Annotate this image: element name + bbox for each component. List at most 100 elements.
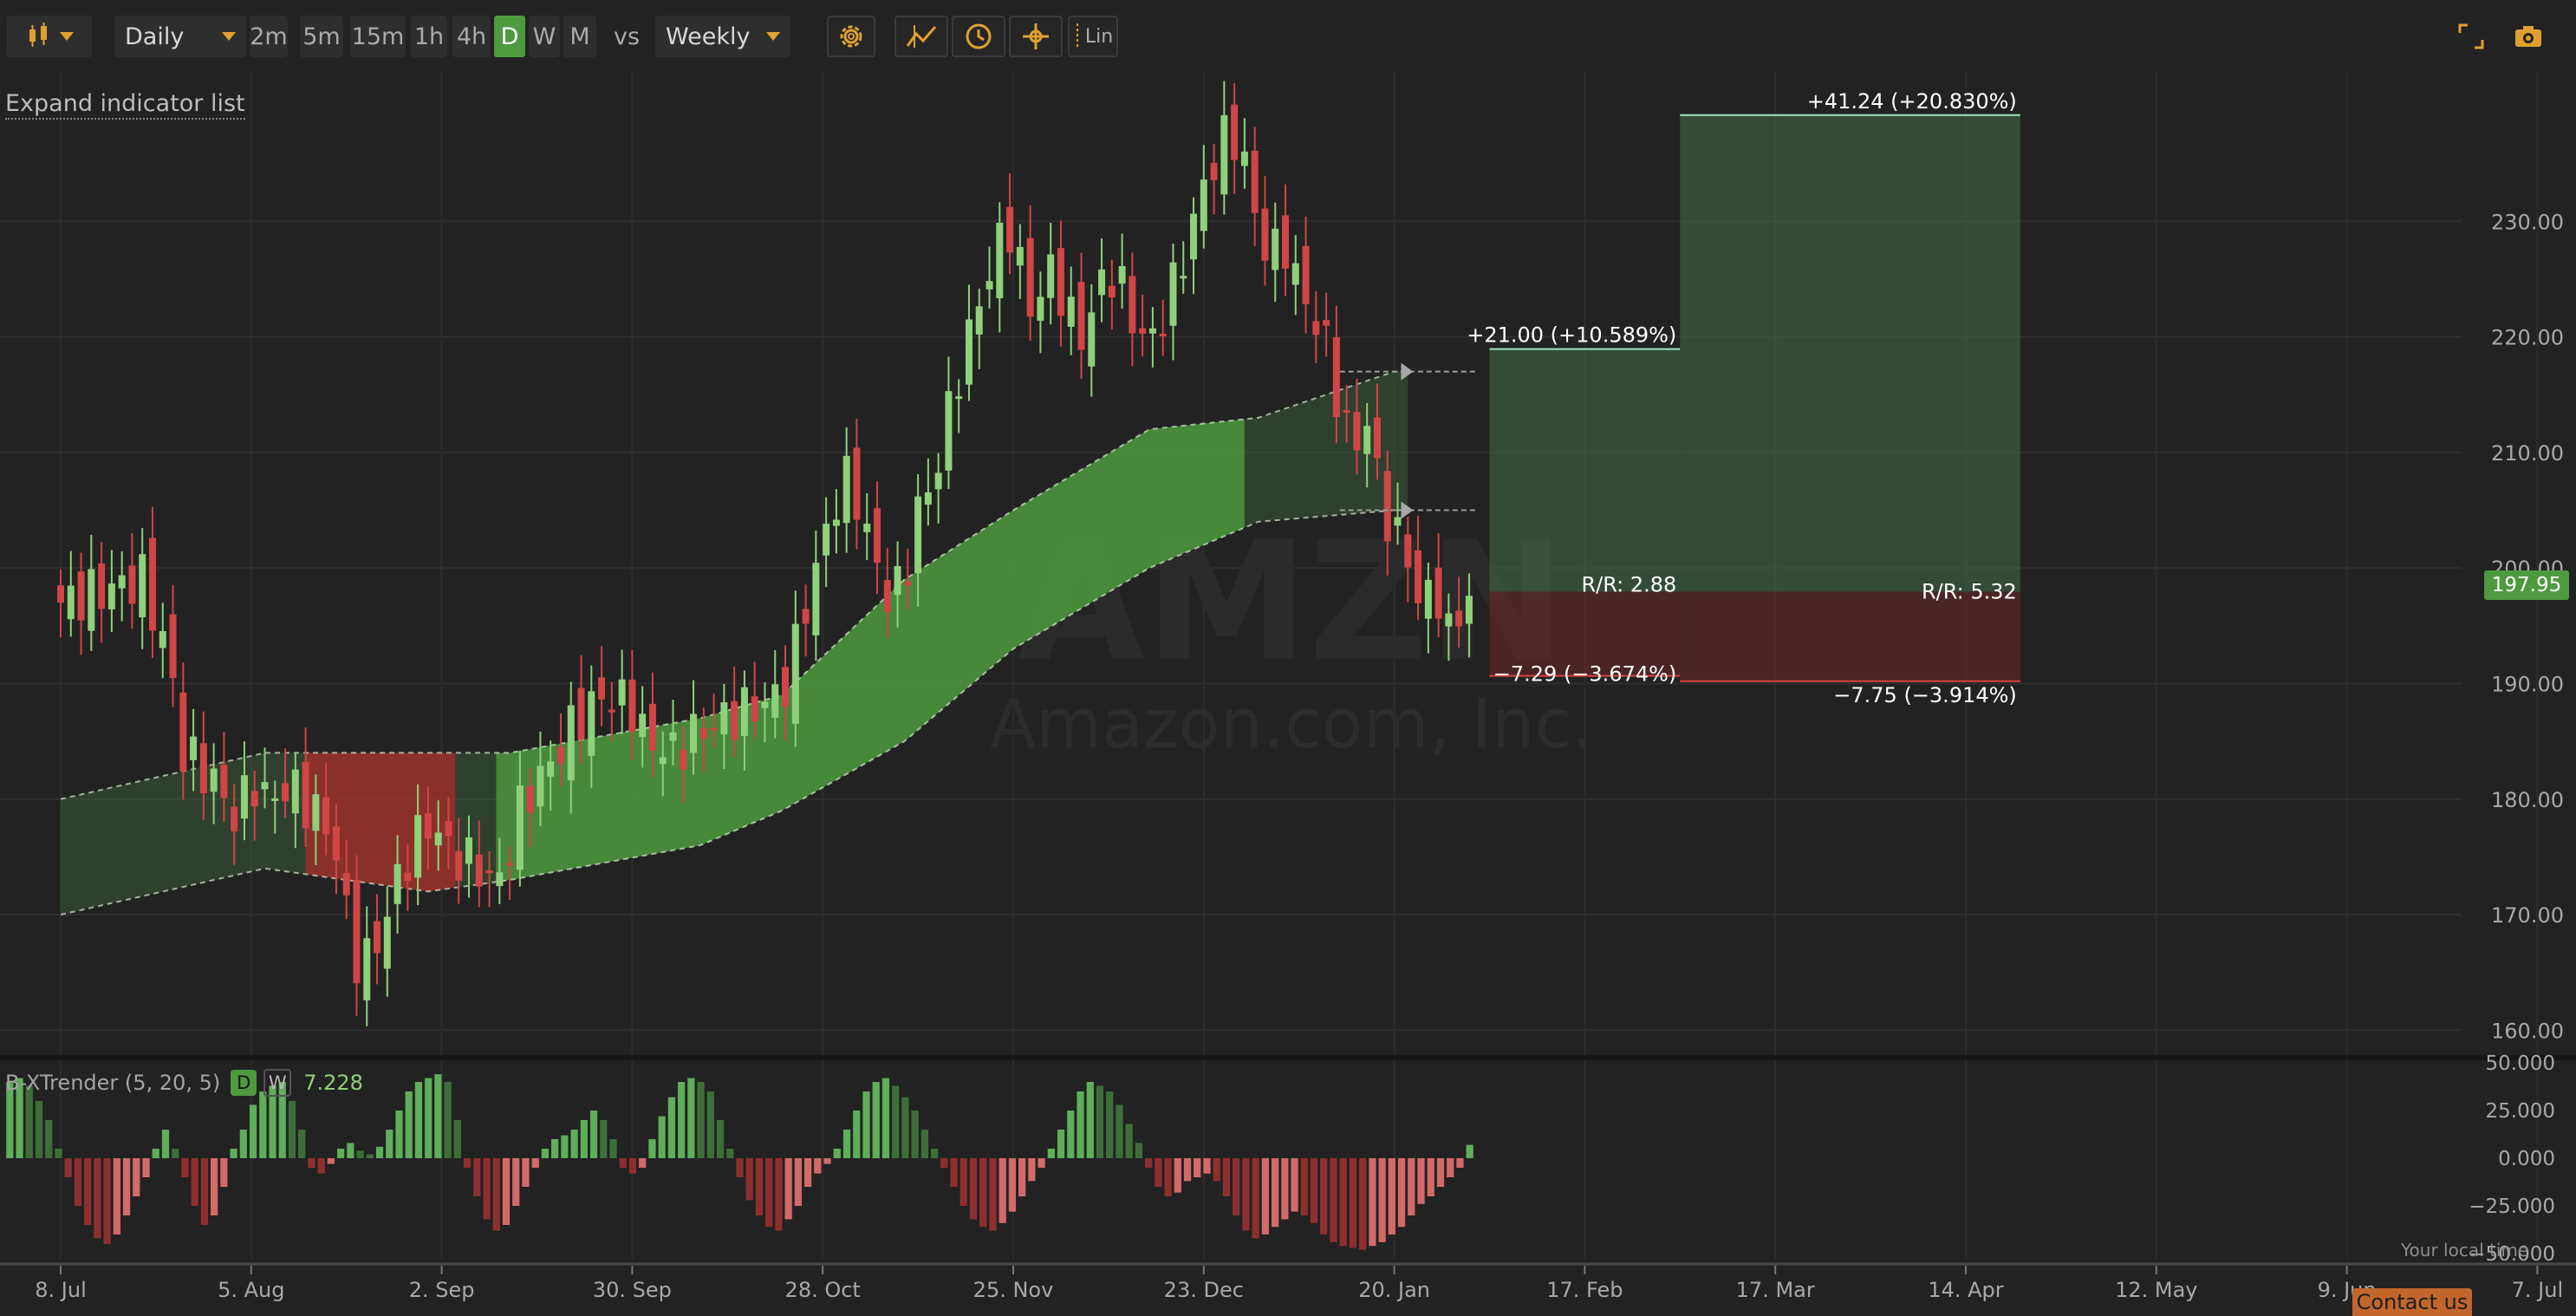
candle-up (190, 736, 198, 760)
candle-down (883, 580, 891, 613)
candle-down (322, 797, 330, 835)
histogram-bar (103, 1158, 111, 1244)
tf-d[interactable]: D (494, 16, 525, 57)
histogram-bar (113, 1158, 120, 1235)
histogram-bar (1349, 1158, 1357, 1248)
histogram-bar (1447, 1158, 1454, 1177)
candle-up (1088, 312, 1096, 367)
tf-m[interactable]: M (563, 16, 596, 57)
drawing-tool-button[interactable] (894, 16, 948, 57)
candle-down (57, 585, 64, 603)
histogram-bar (667, 1097, 676, 1158)
candle-down (1139, 328, 1147, 334)
candle-up (1394, 517, 1402, 526)
histogram-bar (1135, 1143, 1143, 1158)
histogram-bar (784, 1158, 792, 1220)
candle-up (240, 775, 248, 819)
tf-1h[interactable]: 1h (411, 16, 447, 57)
contact-us-button[interactable]: Contact us (2352, 1288, 2472, 1316)
histogram-bar (561, 1135, 569, 1158)
x-tick-label: 30. Sep (593, 1278, 672, 1302)
candle-down (853, 447, 861, 520)
candle-up (383, 916, 391, 969)
candle-up (547, 761, 555, 777)
histogram-bar (133, 1158, 140, 1196)
candle-up (934, 472, 942, 490)
candle-down (353, 880, 361, 984)
histogram-bar (959, 1158, 967, 1206)
tf-15m[interactable]: 15m (350, 16, 406, 57)
histogram-bar (35, 1101, 43, 1158)
candle-down (220, 765, 228, 798)
histogram-bar (336, 1149, 345, 1158)
indicator-badge-w[interactable]: W (263, 1069, 292, 1097)
tf-label: W (532, 23, 556, 50)
candle-up (996, 222, 1004, 298)
candle-down (648, 703, 656, 751)
chart-type-button[interactable] (7, 16, 92, 57)
candle-up (771, 684, 779, 718)
clock-icon (966, 23, 992, 49)
candle-up (291, 769, 299, 814)
histogram-bar (892, 1085, 900, 1158)
histogram-bar (628, 1158, 637, 1174)
clock-button[interactable] (952, 16, 1005, 57)
x-tick-label: 17. Mar (1736, 1278, 1815, 1302)
histogram-bar (531, 1158, 539, 1168)
candle-up (1118, 265, 1126, 284)
interval-select-value: Daily (125, 23, 185, 50)
crosshair-button[interactable] (1009, 16, 1063, 57)
tf-2m[interactable]: 2m (250, 16, 288, 57)
expand-indicator-list-link[interactable]: Expand indicator list (5, 90, 245, 120)
candle-up (975, 306, 983, 335)
histogram-bar (1106, 1091, 1114, 1158)
indicator-badge-d[interactable]: D (231, 1070, 257, 1096)
histogram-bar (872, 1082, 880, 1158)
candle-down (598, 677, 606, 700)
screenshot-button[interactable] (2508, 16, 2548, 57)
candle-down (475, 854, 483, 887)
x-tick-label: 14. Apr (1928, 1278, 2003, 1302)
candle-up (1240, 151, 1248, 166)
histogram-bar (473, 1158, 481, 1196)
histogram-bar (911, 1111, 919, 1158)
histogram-bar (1194, 1158, 1201, 1177)
histogram-bar (1125, 1124, 1133, 1158)
candle-up (159, 630, 166, 648)
compare-select[interactable]: Weekly (655, 16, 790, 57)
tf-w[interactable]: W (529, 16, 560, 57)
candle-down (506, 863, 514, 866)
tf-4h[interactable]: 4h (452, 16, 491, 57)
x-tick-label: 25. Nov (973, 1278, 1054, 1302)
tf-5m[interactable]: 5m (300, 16, 343, 57)
candle-down (1108, 285, 1116, 298)
indicator-name: B-XTrender (5, 20, 5) (5, 1071, 221, 1095)
candle-up (669, 732, 677, 741)
y-tick-label: 220.00 (2491, 326, 2564, 350)
histogram-bar (1320, 1158, 1328, 1235)
scale-toggle[interactable]: Lin (1068, 16, 1118, 57)
histogram-bar (74, 1158, 82, 1206)
settings-button[interactable] (827, 16, 875, 57)
interval-select[interactable]: Daily (114, 16, 246, 57)
x-tick-label: 28. Oct (785, 1278, 861, 1302)
candle-up (588, 691, 595, 756)
histogram-bar (122, 1158, 131, 1215)
histogram-bar (1300, 1158, 1308, 1215)
histogram-bar (142, 1158, 150, 1177)
histogram-bar (512, 1158, 520, 1206)
candle-up (1190, 213, 1198, 260)
chart-canvas[interactable]: AMZN Amazon.com, Inc. +21.00 (+10.589%)−… (0, 0, 2576, 1316)
histogram-bar (745, 1158, 753, 1201)
stop-label: −7.75 (−3.914%) (1833, 683, 2017, 707)
candle-up (863, 524, 871, 532)
histogram-bar (45, 1120, 53, 1158)
histogram-bar (1252, 1158, 1259, 1239)
histogram-bar (950, 1158, 958, 1187)
histogram-bar (969, 1158, 978, 1220)
fullscreen-button[interactable] (2453, 16, 2489, 57)
candle-down (1159, 333, 1167, 336)
histogram-bar (999, 1158, 1006, 1223)
candle-down (98, 563, 106, 609)
chevron-down-icon (766, 32, 780, 41)
